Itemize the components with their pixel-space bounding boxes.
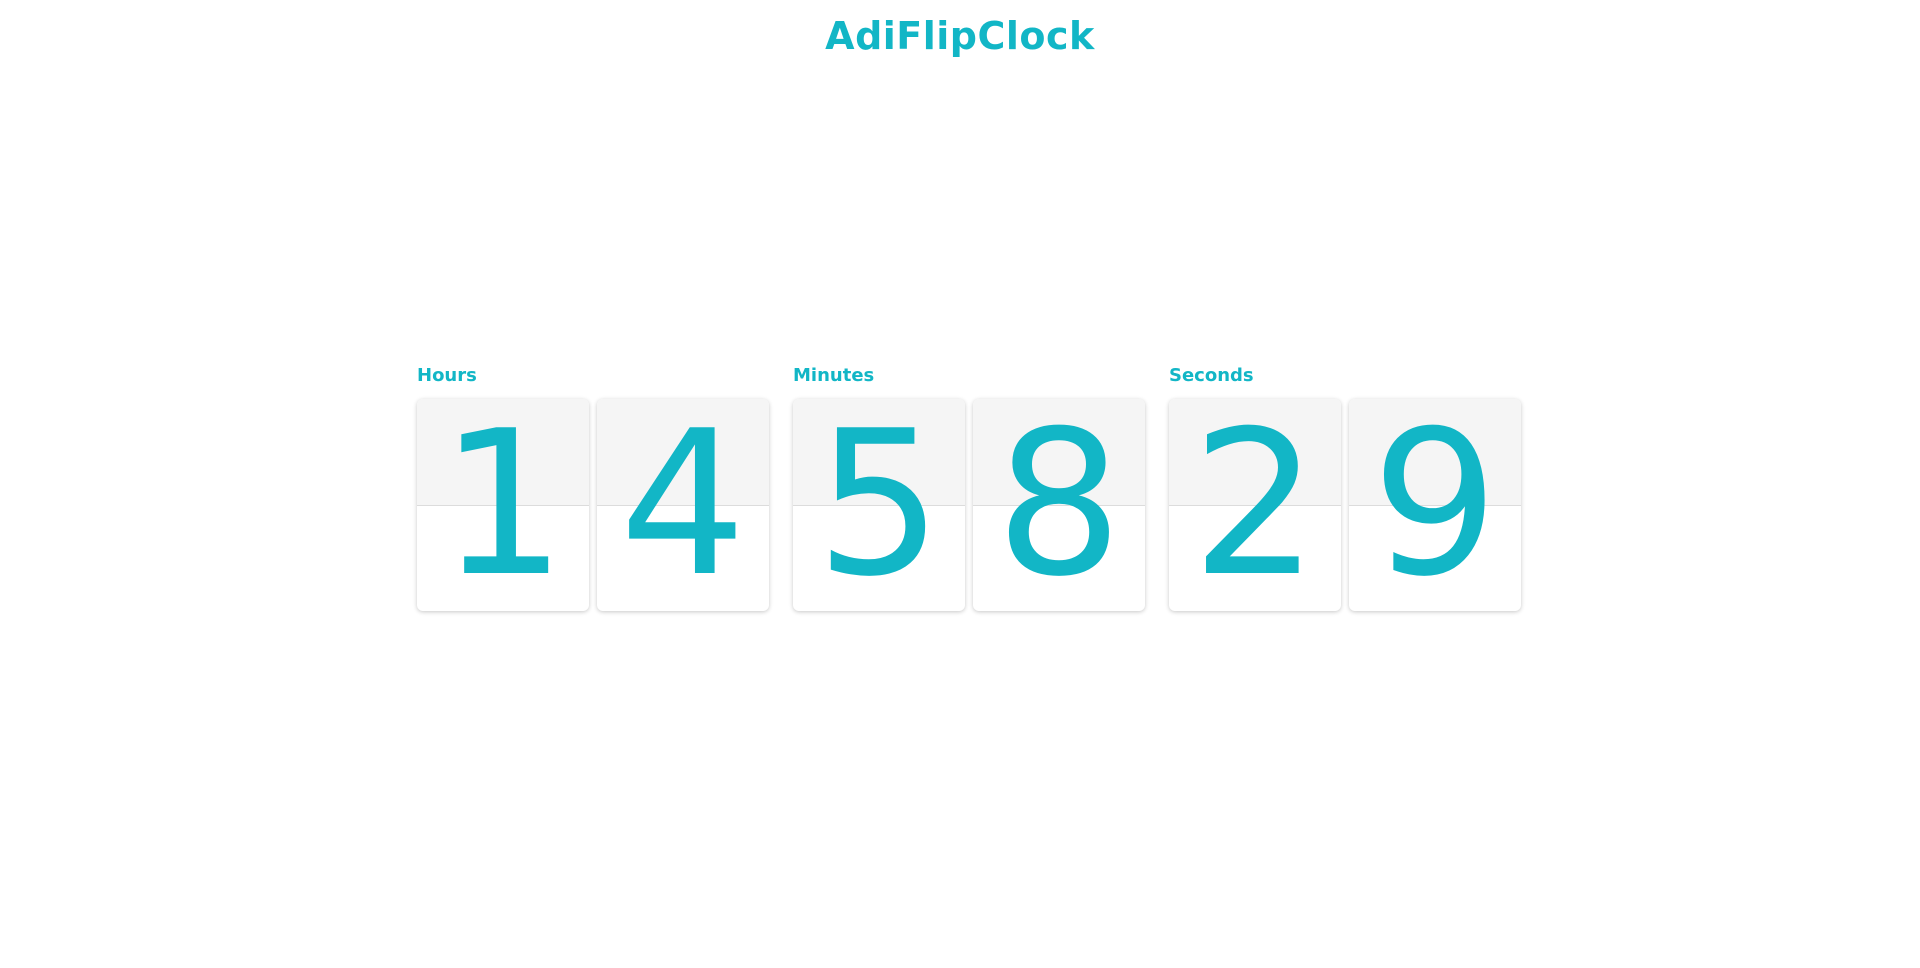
seconds-ones-card: 9 bbox=[1349, 399, 1521, 611]
hours-tens-card: 1 bbox=[417, 399, 589, 611]
seconds-label: Seconds bbox=[1169, 365, 1254, 386]
hours-ones-card: 4 bbox=[597, 399, 769, 611]
seconds-tens-digit: 2 bbox=[1191, 399, 1319, 611]
hours-ones-digit: 4 bbox=[619, 399, 747, 611]
minutes-group: Minutes 5 8 bbox=[793, 364, 1145, 611]
seconds-tens-card: 2 bbox=[1169, 399, 1341, 611]
seconds-ones-digit: 9 bbox=[1371, 399, 1499, 611]
app-title: AdiFlipClock bbox=[825, 14, 1095, 58]
minutes-tens-digit: 5 bbox=[815, 399, 943, 611]
hours-group: Hours 1 4 bbox=[417, 364, 769, 611]
minutes-tens-card: 5 bbox=[793, 399, 965, 611]
minutes-digits: 5 8 bbox=[793, 399, 1145, 611]
minutes-label: Minutes bbox=[793, 365, 875, 386]
minutes-ones-card: 8 bbox=[973, 399, 1145, 611]
hours-digits: 1 4 bbox=[417, 399, 769, 611]
minutes-ones-digit: 8 bbox=[995, 399, 1123, 611]
hours-label: Hours bbox=[417, 365, 477, 386]
seconds-digits: 2 9 bbox=[1169, 399, 1521, 611]
flip-clock: Hours 1 4 Minutes 5 8 Seconds 2 9 bbox=[417, 364, 1521, 611]
seconds-group: Seconds 2 9 bbox=[1169, 364, 1521, 611]
hours-tens-digit: 1 bbox=[439, 399, 567, 611]
